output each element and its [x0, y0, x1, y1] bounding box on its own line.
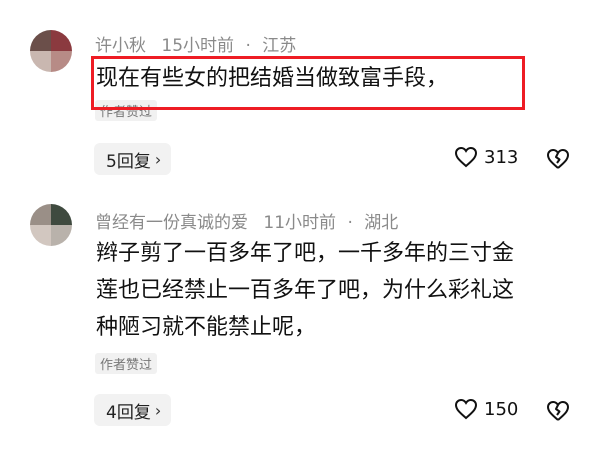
avatar-tile [51, 51, 72, 72]
comment-body-line: 辫子剪了一百多年了吧，一千多年的三寸金 [96, 241, 515, 266]
heart-icon [454, 398, 478, 420]
avatar-tile [30, 225, 51, 246]
comment-body-line: 莲也已经禁止一百多年了吧，为什么彩礼这 [96, 278, 515, 303]
avatar-tile [51, 30, 72, 51]
chevron-right-icon: › [154, 400, 162, 420]
view-replies-button[interactable]: 4回复 › [94, 394, 172, 426]
view-replies-button[interactable]: 5回复 › [94, 143, 172, 175]
comment-time: 11小时前 [263, 213, 337, 233]
author-name[interactable]: 许小秋 [95, 36, 146, 56]
like-count: 150 [484, 398, 519, 420]
avatar-tile [30, 30, 51, 51]
broken-heart-icon[interactable] [545, 400, 571, 422]
comment-body: 辫子剪了一百多年了吧，一千多年的三寸金 莲也已经禁止一百多年了吧，为什么彩礼这 … [96, 235, 514, 346]
author-liked-badge: 作者赞过 [95, 353, 158, 374]
comment-meta: 曾经有一份真诚的爱 11小时前 · 湖北 [95, 208, 398, 233]
replies-label: 5回复 [106, 151, 151, 172]
comment-meta: 许小秋 15小时前 · 江苏 [95, 31, 296, 56]
avatar-tile [51, 204, 72, 225]
broken-heart-icon[interactable] [545, 148, 571, 170]
author-name[interactable]: 曾经有一份真诚的爱 [95, 213, 248, 233]
meta-separator: · [245, 36, 251, 56]
like-button[interactable]: 150 [454, 398, 518, 420]
avatar[interactable] [30, 204, 72, 246]
avatar[interactable] [30, 30, 72, 72]
comment-location: 湖北 [364, 213, 399, 233]
meta-separator: · [347, 213, 353, 233]
like-button[interactable]: 313 [454, 146, 518, 168]
avatar-tile [30, 204, 51, 225]
comment-body-line: 种陋习就不能禁止呢， [96, 315, 317, 340]
replies-label: 4回复 [106, 402, 151, 423]
heart-icon [454, 146, 478, 168]
chevron-right-icon: › [154, 149, 162, 169]
avatar-tile [30, 51, 51, 72]
comment-location: 江苏 [262, 36, 297, 56]
like-count: 313 [484, 146, 519, 168]
avatar-tile [51, 225, 72, 246]
comment-time: 15小时前 [161, 36, 235, 56]
highlight-annotation-box [91, 56, 525, 110]
